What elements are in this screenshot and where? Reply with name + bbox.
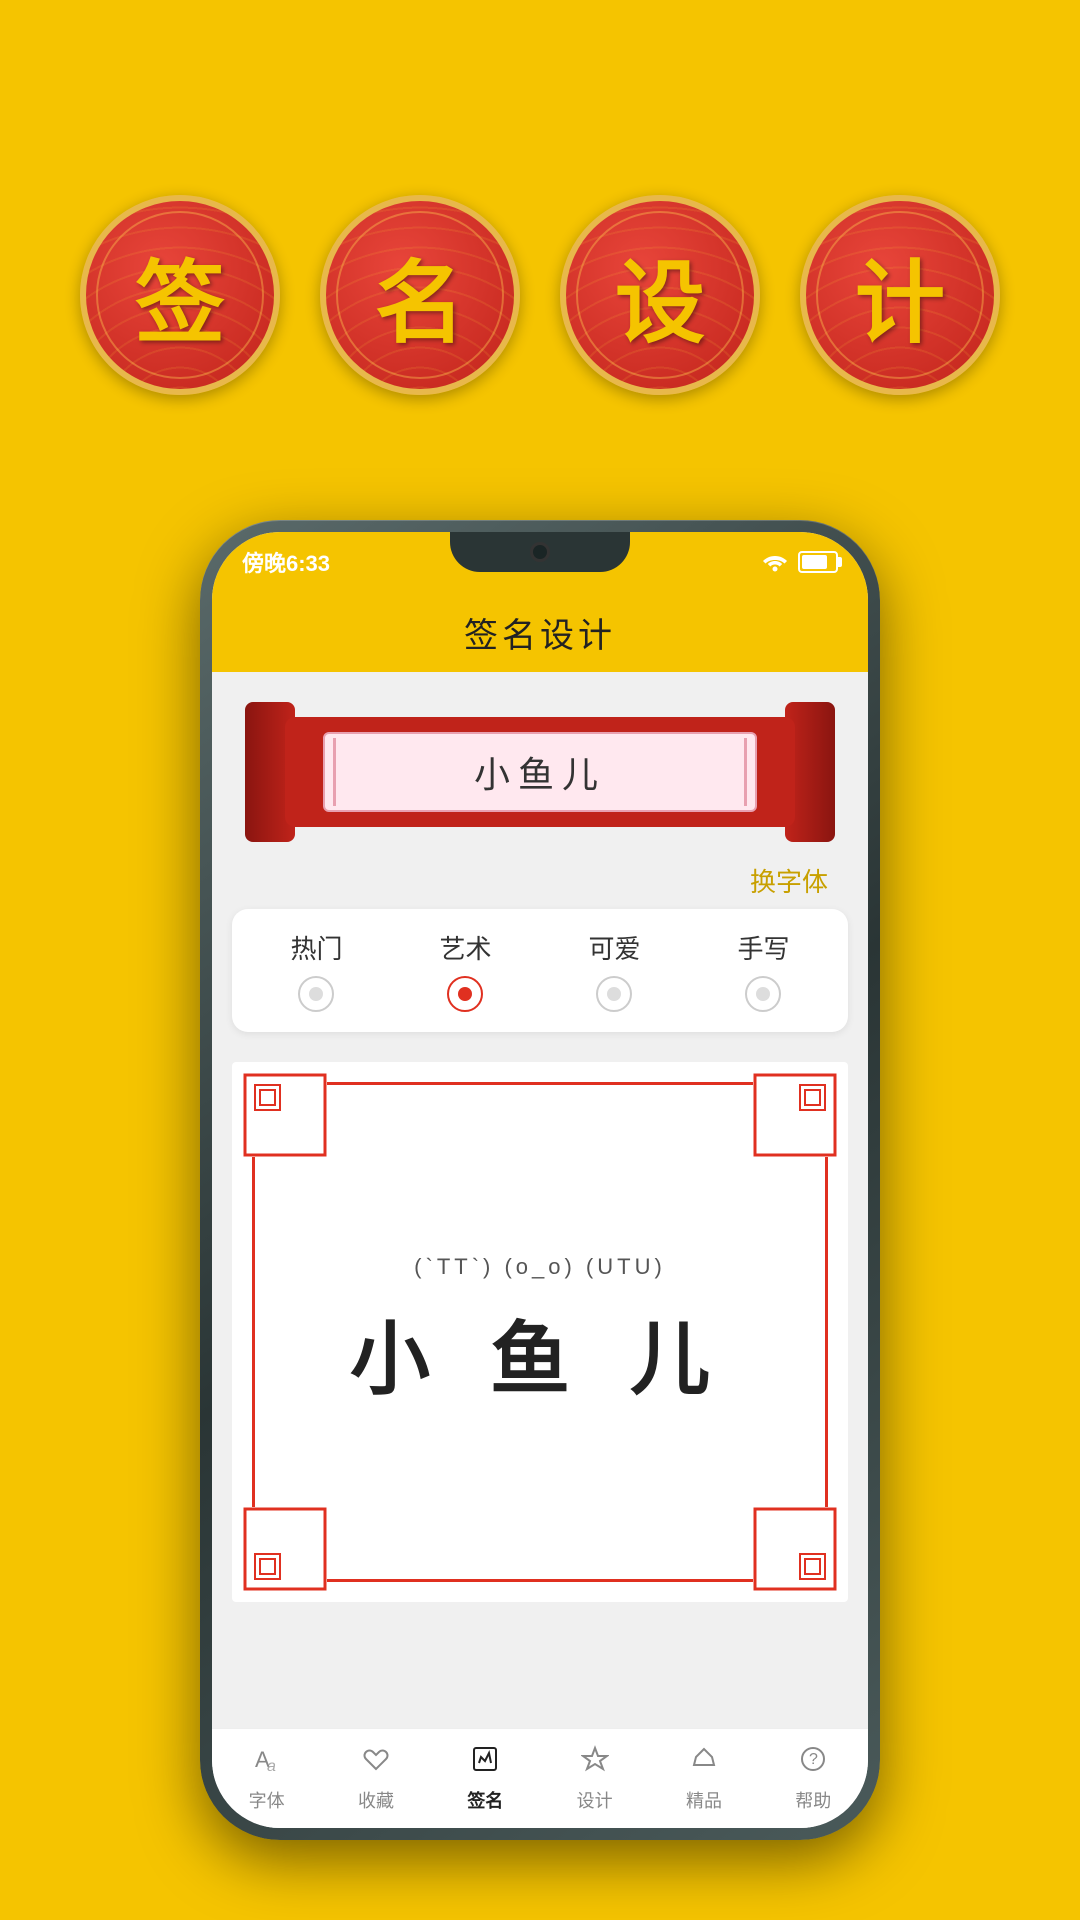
preview-area: (`TT`) (o_o) (UTU) 小 鱼 儿 (232, 1062, 848, 1602)
font-switch-row: 换字体 (212, 862, 868, 909)
cat-flower-dot-cute (607, 987, 621, 1001)
nav-icon-premium (690, 1745, 718, 1781)
phone-screen: 傍晚6:33 签名设计 (212, 532, 868, 1828)
seal-circle-1: 签 (80, 195, 280, 395)
cat-label-hot: 热门 (290, 929, 342, 966)
app-header-title: 签名设计 (464, 608, 616, 657)
font-switch-button[interactable]: 换字体 (750, 862, 828, 899)
scroll-paper: 小鱼儿 (323, 732, 757, 812)
nav-item-design[interactable]: 设计 (540, 1745, 649, 1813)
nav-icon-help: ? (799, 1745, 827, 1781)
seal-circle-4: 计 (800, 195, 1000, 395)
nav-item-sign[interactable]: 签名 (431, 1745, 540, 1813)
seal-char-1: 签 (135, 230, 225, 360)
cat-label-art: 艺术 (439, 929, 491, 966)
cat-tab-hot[interactable]: 热门 (290, 929, 342, 1012)
cat-label-cute: 可爱 (588, 929, 640, 966)
nav-label-collect: 收藏 (358, 1787, 394, 1813)
scroll-name-text: 小鱼儿 (474, 746, 606, 798)
seal-circle-2: 名 (320, 195, 520, 395)
cat-label-handwrite: 手写 (737, 929, 789, 966)
nav-item-collect[interactable]: 收藏 (321, 1745, 430, 1813)
status-icons (760, 551, 838, 573)
svg-text:a: a (267, 1758, 276, 1773)
nav-item-premium[interactable]: 精品 (649, 1745, 758, 1813)
seal-char-4: 计 (855, 230, 945, 360)
bottom-nav: Aa 字体 收藏 签名 (212, 1728, 868, 1828)
phone-notch (450, 532, 630, 572)
nav-label-premium: 精品 (686, 1787, 722, 1813)
wifi-icon (760, 552, 790, 572)
camera-dot (530, 542, 550, 562)
app-content: 小鱼儿 换字体 热门 艺 (212, 672, 868, 1728)
svg-text:?: ? (809, 1751, 818, 1768)
scroll-body: 小鱼儿 (285, 717, 795, 827)
phone-outer-frame: 傍晚6:33 签名设计 (200, 520, 880, 1840)
status-time: 傍晚6:33 (242, 546, 330, 578)
category-tabs: 热门 艺术 可爱 (232, 909, 848, 1032)
cat-flower-art (447, 976, 483, 1012)
nav-icon-collect (362, 1745, 390, 1781)
scroll-banner: 小鱼儿 (245, 702, 835, 842)
nav-item-help[interactable]: ? 帮助 (759, 1745, 868, 1813)
cat-tab-cute[interactable]: 可爱 (588, 929, 640, 1012)
nav-icon-font: Aa (253, 1745, 281, 1781)
cat-flower-dot-hot (309, 987, 323, 1001)
nav-icon-design (581, 1745, 609, 1781)
nav-icon-sign (471, 1745, 499, 1781)
nav-item-font[interactable]: Aa 字体 (212, 1745, 321, 1813)
cat-flower-dot-handwrite (756, 987, 770, 1001)
phone-mockup: 傍晚6:33 签名设计 (200, 520, 880, 1840)
preview-emoticons: (`TT`) (o_o) (UTU) (414, 1254, 666, 1280)
app-header: 签名设计 (212, 592, 868, 672)
cat-tab-art[interactable]: 艺术 (439, 929, 491, 1012)
cat-flower-dot-art (458, 987, 472, 1001)
nav-label-font: 字体 (249, 1787, 285, 1813)
seal-char-2: 名 (375, 230, 465, 360)
cat-flower-cute (596, 976, 632, 1012)
cat-flower-hot (298, 976, 334, 1012)
nav-label-help: 帮助 (795, 1787, 831, 1813)
battery-icon (798, 551, 838, 573)
cat-flower-handwrite (745, 976, 781, 1012)
nav-label-design: 设计 (577, 1787, 613, 1813)
preview-name-large: 小 鱼 儿 (350, 1295, 730, 1411)
nav-label-sign: 签名 (467, 1787, 503, 1813)
seal-char-3: 设 (615, 230, 705, 360)
cat-tab-handwrite[interactable]: 手写 (737, 929, 789, 1012)
preview-content: (`TT`) (o_o) (UTU) 小 鱼 儿 (232, 1062, 848, 1602)
seal-circle-3: 设 (560, 195, 760, 395)
